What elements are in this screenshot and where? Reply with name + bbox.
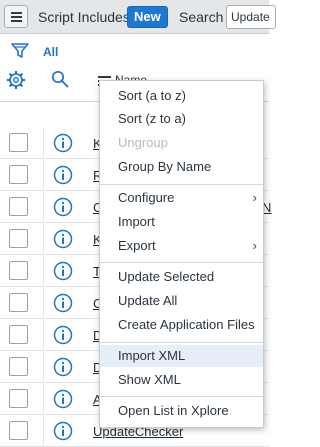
search-label: Search [179, 9, 224, 25]
row-divider [43, 416, 44, 447]
row-checkbox[interactable] [9, 325, 28, 344]
menu-item-open-xplore[interactable]: Open List in Xplore [100, 400, 263, 422]
info-icon[interactable] [53, 389, 73, 409]
search-icon[interactable] [51, 70, 69, 88]
row-checkbox[interactable] [9, 197, 28, 216]
menu-item-update-all[interactable]: Update All [100, 290, 263, 312]
menu-item-configure-label: Configure [118, 190, 175, 205]
new-button[interactable]: New [127, 6, 168, 28]
search-field-select[interactable]: Update [226, 5, 276, 29]
menu-item-configure[interactable]: Configure › [100, 187, 263, 209]
info-icon[interactable] [53, 261, 73, 281]
menu-item-import[interactable]: Import [100, 211, 263, 233]
menu-separator [100, 396, 263, 397]
list-header: Script Includes New Search Update [0, 0, 276, 34]
row-checkbox[interactable] [9, 293, 28, 312]
menu-item-sort-az[interactable]: Sort (a to z) [100, 85, 263, 107]
chevron-right-icon: › [252, 238, 257, 253]
menu-separator [100, 342, 263, 343]
menu-item-ungroup[interactable]: Ungroup [100, 132, 263, 154]
row-divider [43, 288, 44, 319]
menu-item-export-label: Export [118, 238, 156, 253]
info-icon[interactable] [53, 197, 73, 217]
filter-funnel-icon[interactable] [11, 43, 29, 59]
row-divider [43, 128, 44, 159]
row-divider [43, 256, 44, 287]
menu-item-export[interactable]: Export › [100, 235, 263, 257]
info-icon[interactable] [53, 165, 73, 185]
row-divider [43, 192, 44, 223]
menu-item-import-xml[interactable]: Import XML [100, 345, 263, 367]
gear-icon[interactable] [6, 70, 26, 90]
menu-item-update-selected[interactable]: Update Selected [100, 266, 263, 288]
menu-separator [100, 262, 263, 263]
info-icon[interactable] [53, 133, 73, 153]
menu-item-group-by-name[interactable]: Group By Name [100, 156, 263, 178]
info-icon[interactable] [53, 229, 73, 249]
list-menu-button[interactable] [4, 5, 28, 28]
menu-item-sort-za[interactable]: Sort (z to a) [100, 108, 263, 130]
info-icon[interactable] [53, 421, 73, 441]
row-divider [43, 384, 44, 415]
info-icon[interactable] [53, 293, 73, 313]
row-checkbox[interactable] [9, 165, 28, 184]
row-divider [43, 160, 44, 191]
row-divider [43, 224, 44, 255]
menu-separator [100, 184, 263, 185]
menu-item-create-application-files[interactable]: Create Application Files [100, 314, 263, 336]
menu-item-show-xml[interactable]: Show XML [100, 369, 263, 391]
info-icon[interactable] [53, 357, 73, 377]
info-icon[interactable] [53, 325, 73, 345]
row-checkbox[interactable] [9, 133, 28, 152]
row-divider [43, 352, 44, 383]
page-title: Script Includes [38, 9, 130, 25]
row-checkbox[interactable] [9, 357, 28, 376]
row-checkbox[interactable] [9, 229, 28, 248]
chevron-right-icon: › [252, 190, 257, 205]
breadcrumb-all[interactable]: All [43, 45, 58, 59]
row-checkbox[interactable] [9, 389, 28, 408]
column-context-menu: Sort (a to z) Sort (z to a) Ungroup Grou… [99, 80, 264, 428]
row-divider [43, 320, 44, 351]
row-checkbox[interactable] [9, 261, 28, 280]
